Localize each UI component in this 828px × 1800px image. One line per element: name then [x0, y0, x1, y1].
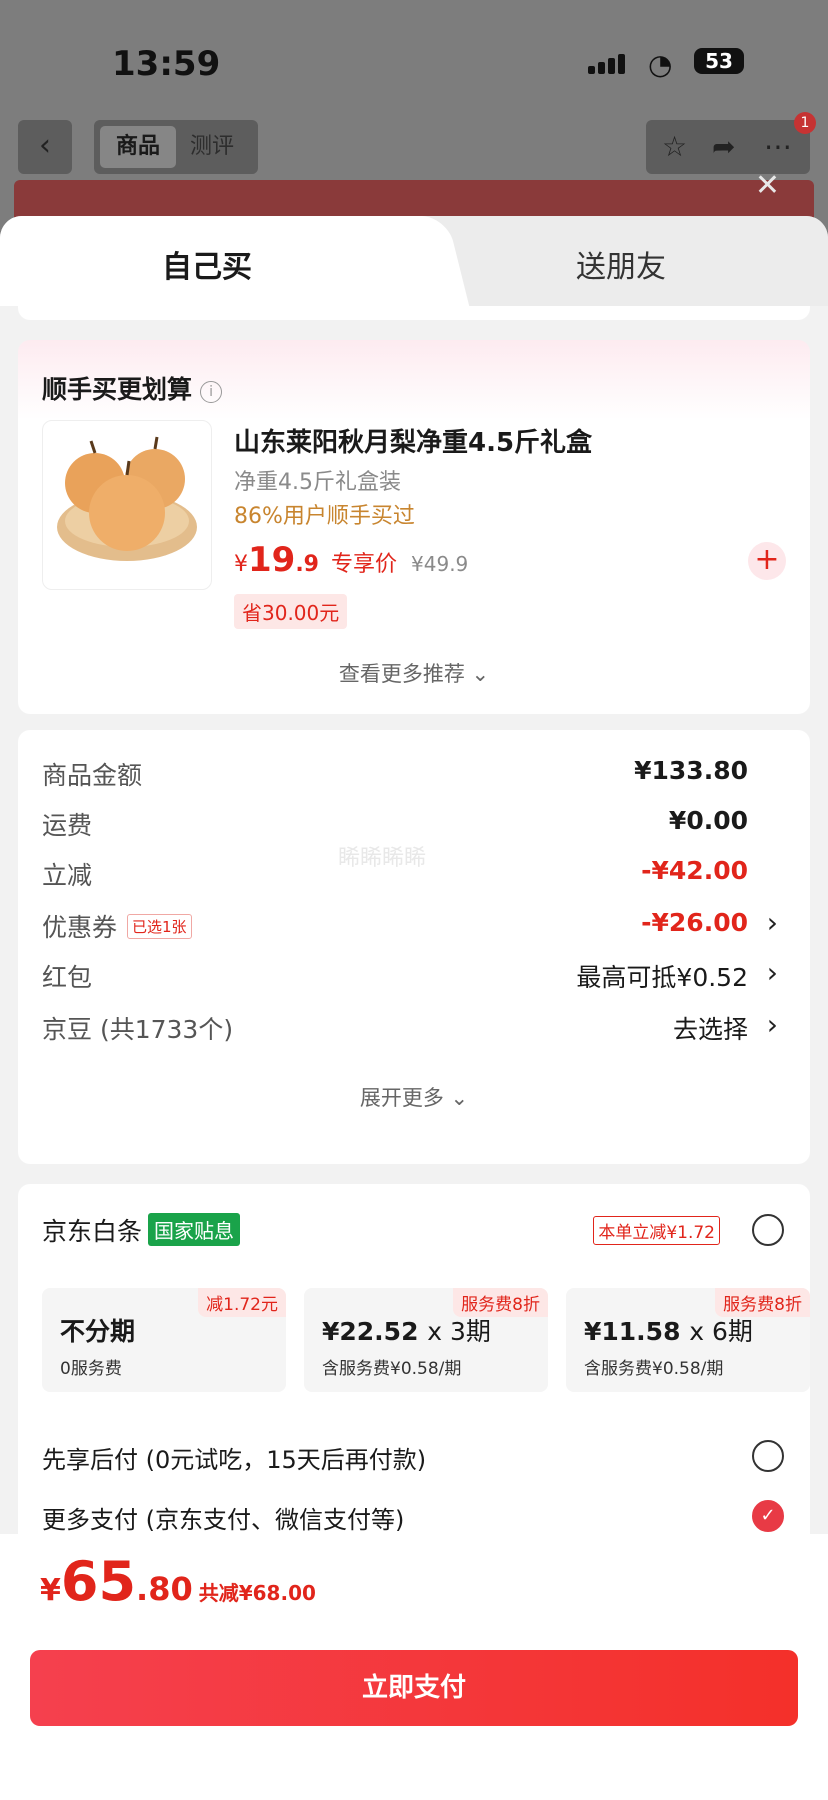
chevron-right-icon: ›	[766, 956, 778, 989]
plan-title: ¥22.52 x 3期	[322, 1312, 491, 1348]
tab-buy-self[interactable]: 自己买	[162, 242, 252, 286]
plan-sub: 含服务费¥0.58/期	[322, 1359, 462, 1379]
fee-row-shipping: 运费 ¥0.00	[42, 806, 778, 846]
price-currency: ¥	[234, 552, 248, 577]
fee-value: ¥0.00	[668, 806, 748, 835]
plan-title: 不分期	[60, 1317, 136, 1346]
plan-3-installments[interactable]: 服务费8折 ¥22.52 x 3期 含服务费¥0.58/期	[304, 1288, 548, 1392]
fee-label: 京豆 (共1733个)	[42, 1015, 234, 1044]
plan-badge: 减1.72元	[198, 1288, 286, 1317]
expand-more-label: 展开更多	[359, 1086, 444, 1110]
fee-label: 立减	[42, 861, 93, 890]
wifi-icon: ◔	[648, 48, 673, 81]
battery-icon: 53	[694, 48, 744, 74]
discount-tag: 本单立减¥1.72	[593, 1216, 720, 1245]
fee-row-jd-beans[interactable]: 京豆 (共1733个) 去选择 ›	[42, 1008, 778, 1050]
later-pay-radio[interactable]	[752, 1440, 784, 1472]
plan-times: x 3期	[427, 1317, 491, 1346]
more-icon[interactable]: ⋯	[764, 130, 792, 163]
price-dec: .9	[295, 552, 319, 577]
price-int: 19	[248, 540, 296, 580]
chevron-right-icon: ›	[766, 906, 778, 939]
more-recommend-link[interactable]: 查看更多推荐 ⌄	[18, 658, 810, 688]
fee-value: 最高可抵¥0.52	[576, 963, 748, 992]
more-pay-label: 更多支付 (京东支付、微信支付等)	[42, 1506, 405, 1534]
recommend-title: 顺手买更划算 i	[42, 370, 223, 406]
fee-value: -¥42.00	[641, 856, 748, 885]
plan-times: x 6期	[689, 1317, 753, 1346]
tab-strip	[18, 306, 810, 320]
total-int: 65	[60, 1550, 137, 1613]
fee-label-wrap: 优惠券 已选1张	[42, 908, 192, 944]
fee-row-red-packet[interactable]: 红包 最高可抵¥0.52 ›	[42, 956, 778, 998]
fee-label: 优惠券	[42, 913, 118, 942]
fee-row-instant-discount: 立减 -¥42.00	[42, 856, 778, 896]
plan-amount: ¥11.58	[584, 1317, 681, 1346]
signal-icon	[588, 54, 628, 74]
recommend-card: 顺手买更划算 i 山东莱阳秋月梨净重4.5斤礼盒 净重4.5斤礼盒装 86%用户顺…	[18, 340, 810, 714]
buy-rate: 86%用户顺手买过	[234, 504, 415, 529]
later-pay-label: 先享后付 (0元试吃，15天后再付款)	[42, 1446, 427, 1474]
product-spec: 净重4.5斤礼盒装	[234, 470, 401, 495]
price-tag: 专享价	[331, 552, 398, 577]
close-icon[interactable]: ✕	[755, 168, 780, 203]
expand-more-link[interactable]: 展开更多 ⌄	[18, 1082, 810, 1112]
segmented-tabs: 商品 测评	[94, 120, 258, 174]
more-recommend-label: 查看更多推荐	[338, 662, 465, 686]
total-currency: ¥	[40, 1573, 61, 1608]
plan-6-installments[interactable]: 服务费8折 ¥11.58 x 6期 含服务费¥0.58/期	[566, 1288, 810, 1392]
fee-row-coupon[interactable]: 优惠券 已选1张 -¥26.00 ›	[42, 906, 778, 948]
fee-label: 商品金额	[42, 761, 143, 790]
star-icon[interactable]: ☆	[662, 130, 687, 163]
installment-plans: 减1.72元 不分期 0服务费 服务费8折 ¥22.52 x 3期 含服务费¥0…	[42, 1288, 810, 1392]
baitiao-radio[interactable]	[752, 1214, 784, 1246]
total-price: ¥65.80 共减¥68.00	[40, 1550, 316, 1613]
baitiao-label: 京东白条	[42, 1217, 143, 1246]
more-pay-radio-checked[interactable]: ✓	[752, 1500, 784, 1532]
fee-card: 睎睎睎睎 商品金额 ¥133.80 运费 ¥0.00 立减 -¥42.00 优惠…	[18, 730, 810, 1164]
back-button[interactable]: ‹	[18, 120, 72, 174]
top-nav: ‹ 商品 测评 ☆ ➦ ⋯ 1	[18, 112, 816, 176]
fee-value: ¥133.80	[634, 756, 748, 785]
saved-badge: 省30.00元	[234, 594, 348, 629]
chevron-down-icon: ⌄	[450, 1086, 469, 1110]
product-name[interactable]: 山东莱阳秋月梨净重4.5斤礼盒	[234, 422, 592, 459]
pay-now-button[interactable]: 立即支付	[30, 1650, 798, 1726]
coupon-selected-tag: 已选1张	[127, 914, 192, 939]
chevron-down-icon: ⌄	[471, 662, 490, 686]
plan-sub: 含服务费¥0.58/期	[584, 1359, 724, 1379]
product-image[interactable]	[42, 420, 212, 590]
plan-title: ¥11.58 x 6期	[584, 1312, 753, 1348]
fee-value: -¥26.00	[641, 908, 748, 937]
top-actions: ☆ ➦ ⋯ 1	[646, 112, 816, 174]
share-icon[interactable]: ➦	[712, 130, 735, 163]
add-to-order-button[interactable]: +	[748, 542, 786, 580]
tab-gift-friend[interactable]: 送朋友	[576, 242, 666, 286]
original-price: ¥49.9	[411, 552, 469, 576]
tab-product[interactable]: 商品	[100, 126, 176, 168]
subsidy-tag: 国家贴息	[148, 1213, 241, 1246]
total-saved: 共减¥68.00	[198, 1581, 316, 1605]
bottom-bar: ¥65.80 共减¥68.00 立即支付	[0, 1534, 828, 1800]
status-bar: 13:59 ◔ 53	[0, 40, 828, 90]
baitiao-title: 京东白条 国家贴息	[42, 1212, 241, 1248]
plan-sub: 0服务费	[60, 1359, 122, 1379]
plan-no-installment[interactable]: 减1.72元 不分期 0服务费	[42, 1288, 286, 1392]
sheet-tabs: 自己买 送朋友	[0, 216, 828, 306]
fee-row-goods: 商品金额 ¥133.80	[42, 756, 778, 796]
recommend-title-text: 顺手买更划算	[42, 375, 193, 404]
product-price: ¥19.9 专享价 ¥49.9	[234, 540, 468, 580]
fee-label: 红包	[42, 963, 93, 992]
tab-review[interactable]: 测评	[190, 126, 234, 168]
status-time: 13:59	[112, 44, 221, 84]
total-dec: .80	[136, 1570, 193, 1608]
chevron-right-icon: ›	[766, 1008, 778, 1041]
info-icon[interactable]: i	[200, 381, 223, 403]
message-badge: 1	[794, 112, 816, 134]
fee-label: 运费	[42, 811, 93, 840]
plan-amount: ¥22.52	[322, 1317, 419, 1346]
fee-value: 去选择	[672, 1015, 748, 1044]
